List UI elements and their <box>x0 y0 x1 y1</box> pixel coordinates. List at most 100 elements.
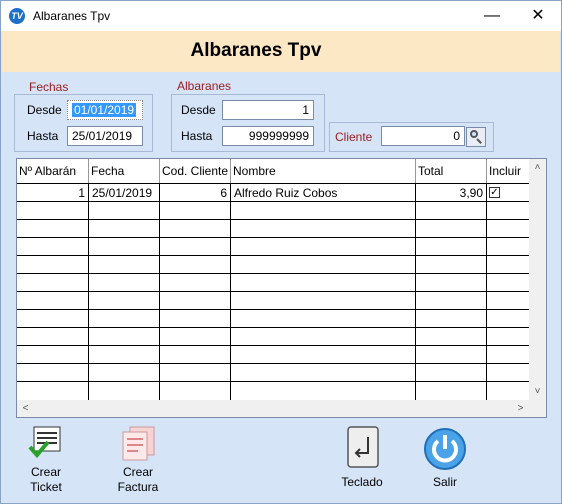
table-row[interactable] <box>17 345 529 364</box>
vertical-scrollbar[interactable]: ˄ ˅ <box>529 159 546 400</box>
table-row[interactable] <box>17 219 529 238</box>
crear-ticket-button[interactable]: Crear Ticket <box>21 425 71 495</box>
albaran-desde-label: Desde <box>181 103 216 117</box>
table-cell <box>487 220 529 238</box>
table-row[interactable] <box>17 255 529 274</box>
window-title: Albaranes Tpv <box>33 9 111 23</box>
table-cell <box>160 346 231 364</box>
grid-header: Nº Albarán Fecha Cod. Cliente Nombre Tot… <box>17 159 529 183</box>
col-header-total[interactable]: Total <box>416 159 487 183</box>
close-button[interactable]: ✕ <box>515 1 561 31</box>
table-row[interactable] <box>17 201 529 220</box>
fecha-desde-value: 01/01/2019 <box>72 103 137 117</box>
teclado-label: Teclado <box>341 475 383 489</box>
table-cell <box>231 238 416 256</box>
fecha-hasta-label: Hasta <box>27 129 59 143</box>
horizontal-scrollbar[interactable]: < > <box>17 400 529 417</box>
table-cell <box>231 274 416 292</box>
fecha-desde-input[interactable]: 01/01/2019 <box>67 100 143 120</box>
table-cell <box>160 382 231 400</box>
cliente-label: Cliente <box>335 130 373 144</box>
table-cell <box>487 328 529 346</box>
table-cell <box>17 238 89 256</box>
cell-cod-cliente: 6 <box>160 184 231 202</box>
table-cell <box>487 310 529 328</box>
salir-button[interactable]: Salir <box>420 425 470 490</box>
table-row[interactable] <box>17 327 529 346</box>
table-cell <box>416 328 487 346</box>
table-cell <box>487 256 529 274</box>
table-row[interactable] <box>17 273 529 292</box>
table-row[interactable] <box>17 291 529 310</box>
table-cell <box>487 202 529 220</box>
table-cell <box>160 220 231 238</box>
scroll-down-arrow[interactable]: ˅ <box>529 383 546 400</box>
table-cell <box>416 346 487 364</box>
table-row[interactable] <box>17 309 529 328</box>
table-cell <box>89 364 160 382</box>
albaranes-grid: Nº Albarán Fecha Cod. Cliente Nombre Tot… <box>16 158 547 418</box>
header-band: Albaranes Tpv <box>2 31 560 72</box>
table-cell <box>160 202 231 220</box>
crear-ticket-line1: Crear <box>30 465 61 479</box>
table-cell <box>231 256 416 274</box>
table-cell <box>89 238 160 256</box>
crear-ticket-line2: Ticket <box>30 480 62 494</box>
table-cell <box>416 202 487 220</box>
table-cell <box>17 220 89 238</box>
incluir-checkbox[interactable]: ✓ <box>489 187 500 198</box>
table-cell <box>89 220 160 238</box>
fechas-group-label: Fechas <box>29 80 69 94</box>
table-cell <box>231 310 416 328</box>
table-cell <box>231 346 416 364</box>
crear-factura-button[interactable]: Crear Factura <box>113 425 163 495</box>
cell-nombre: Alfredo Ruiz Cobos <box>231 184 416 202</box>
cell-incluir: ✓ <box>487 184 529 202</box>
cliente-search-button[interactable] <box>466 127 486 147</box>
table-cell <box>17 292 89 310</box>
table-cell <box>231 364 416 382</box>
scroll-up-arrow[interactable]: ˄ <box>529 159 546 176</box>
app-icon: TV <box>9 8 25 24</box>
teclado-button[interactable]: Teclado <box>337 425 387 490</box>
table-cell <box>89 202 160 220</box>
col-header-nombre[interactable]: Nombre <box>231 159 416 183</box>
main-window: TV Albaranes Tpv — ✕ Albaranes Tpv Fecha… <box>0 0 562 504</box>
table-cell <box>487 274 529 292</box>
table-cell <box>487 382 529 400</box>
col-header-albaran[interactable]: Nº Albarán <box>17 159 89 183</box>
col-header-cod-cliente[interactable]: Cod. Cliente <box>160 159 231 183</box>
invoice-icon <box>122 426 155 461</box>
table-cell <box>160 328 231 346</box>
table-cell <box>17 310 89 328</box>
crear-factura-line2: Factura <box>117 480 159 494</box>
scroll-corner <box>529 400 546 417</box>
table-cell <box>160 364 231 382</box>
table-row[interactable]: 1 25/01/2019 6 Alfredo Ruiz Cobos 3,90 ✓ <box>17 183 529 202</box>
table-cell <box>487 346 529 364</box>
table-row[interactable] <box>17 363 529 382</box>
crear-factura-line1: Crear <box>122 465 153 479</box>
table-cell <box>416 238 487 256</box>
table-cell <box>89 382 160 400</box>
minimize-button[interactable]: — <box>469 1 515 31</box>
col-header-incluir[interactable]: Incluir <box>487 159 529 183</box>
col-header-fecha[interactable]: Fecha <box>89 159 160 183</box>
table-cell <box>17 256 89 274</box>
table-cell <box>17 274 89 292</box>
albaran-hasta-input[interactable]: 999999999 <box>222 126 314 146</box>
table-row[interactable] <box>17 237 529 256</box>
table-cell <box>160 256 231 274</box>
cliente-input[interactable]: 0 <box>381 126 465 146</box>
fecha-hasta-input[interactable]: 25/01/2019 <box>67 126 143 146</box>
table-row[interactable] <box>17 381 529 400</box>
table-cell <box>416 364 487 382</box>
scroll-right-arrow[interactable]: > <box>512 400 529 417</box>
keyboard-enter-icon <box>347 426 379 468</box>
cell-albaran: 1 <box>17 184 89 202</box>
table-cell <box>89 328 160 346</box>
scroll-left-arrow[interactable]: < <box>17 400 34 417</box>
albaran-hasta-label: Hasta <box>181 129 213 143</box>
albaran-desde-input[interactable]: 1 <box>222 100 314 120</box>
table-cell <box>160 292 231 310</box>
